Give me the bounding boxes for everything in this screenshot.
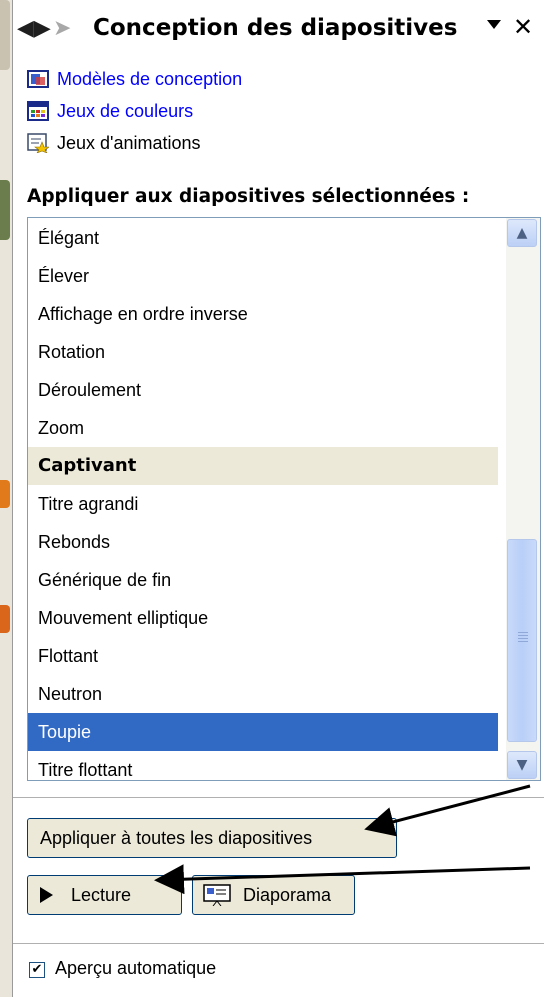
link-label: Modèles de conception xyxy=(57,68,243,89)
dropdown-arrow-icon[interactable] xyxy=(487,20,501,29)
animation-list: Élégant Élever Affichage en ordre inverse R… xyxy=(28,219,498,780)
list-category-header: Captivant xyxy=(28,447,498,485)
background-window-edge xyxy=(0,0,12,997)
link-label: Jeux d'animations xyxy=(57,132,201,153)
list-item[interactable]: Mouvement elliptique xyxy=(28,599,498,637)
list-item[interactable]: Élever xyxy=(28,257,498,295)
list-item[interactable]: Rotation xyxy=(28,333,498,371)
forward-arrow-icon[interactable]: ➤ xyxy=(53,16,71,41)
button-label: Lecture xyxy=(71,884,132,905)
scrollbar-thumb[interactable] xyxy=(507,539,537,742)
link-label: Jeux de couleurs xyxy=(57,100,194,121)
play-icon xyxy=(40,887,53,903)
animation-scheme-listbox[interactable]: Élégant Élever Affichage en ordre inverse R… xyxy=(27,217,541,781)
list-item[interactable]: Flottant xyxy=(28,637,498,675)
list-item[interactable]: Toupie xyxy=(28,713,498,751)
task-pane-title-bar: ◀▶ ➤ Conception des diapositives ✕ xyxy=(13,0,544,62)
slideshow-button[interactable]: Diaporama xyxy=(192,875,355,915)
list-item[interactable]: Déroulement xyxy=(28,371,498,409)
autopreview-checkbox[interactable]: ✔ xyxy=(29,962,45,978)
list-item[interactable]: Titre flottant xyxy=(28,751,498,780)
autopreview-label: Aperçu automatique xyxy=(55,958,217,978)
link-animation-schemes[interactable]: Jeux d'animations xyxy=(27,128,201,158)
divider xyxy=(13,943,544,944)
apply-heading: Appliquer aux diapositives sélectionnées… xyxy=(27,186,470,207)
link-design-templates[interactable]: Modèles de conception xyxy=(27,64,242,94)
checkmark-icon: ✔ xyxy=(31,962,43,977)
link-color-schemes[interactable]: Jeux de couleurs xyxy=(27,96,193,126)
chevron-up-icon: ▲ xyxy=(516,225,528,241)
close-icon[interactable]: ✕ xyxy=(513,13,533,41)
apply-to-all-slides-button[interactable]: Appliquer à toutes les diapositives xyxy=(27,818,397,858)
color-schemes-icon xyxy=(27,101,49,121)
divider xyxy=(13,797,544,798)
scroll-down-button[interactable]: ▼ xyxy=(507,751,537,779)
button-label: Appliquer à toutes les diapositives xyxy=(40,827,313,848)
animation-schemes-icon xyxy=(27,133,50,154)
grip-icon xyxy=(518,632,528,644)
scroll-up-button[interactable]: ▲ xyxy=(507,219,537,247)
chevron-down-icon: ▼ xyxy=(516,757,528,773)
list-item[interactable]: Générique de fin xyxy=(28,561,498,599)
task-pane-title: Conception des diapositives xyxy=(93,15,458,41)
list-item[interactable]: Titre agrandi xyxy=(28,485,498,523)
back-arrow-icon[interactable]: ◀▶ xyxy=(17,16,51,41)
slideshow-icon xyxy=(203,884,233,907)
play-button[interactable]: Lecture xyxy=(27,875,182,915)
list-item[interactable]: Zoom xyxy=(28,409,498,447)
vertical-scrollbar[interactable]: ▲ ▼ xyxy=(506,218,540,780)
task-pane: ◀▶ ➤ Conception des diapositives ✕ Modèl… xyxy=(12,0,544,997)
design-templates-icon xyxy=(27,69,49,89)
list-item[interactable]: Affichage en ordre inverse xyxy=(28,295,498,333)
list-item[interactable]: Élégant xyxy=(28,219,498,257)
button-label: Diaporama xyxy=(243,884,332,905)
list-item[interactable]: Rebonds xyxy=(28,523,498,561)
list-item[interactable]: Neutron xyxy=(28,675,498,713)
